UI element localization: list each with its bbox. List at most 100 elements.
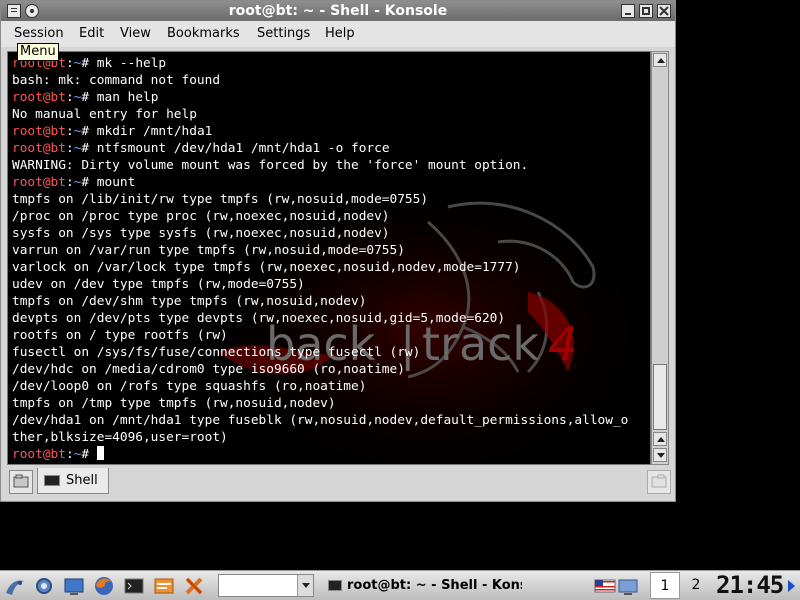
taskbar: root@bt: ~ - Shell - Konsole 1 2 21:45 (0, 570, 800, 600)
terminal-command-line: root@bt:~# mk --help (12, 55, 628, 72)
output-text: WARNING: Dirty volume mount was forced b… (12, 158, 529, 173)
command-input[interactable] (218, 574, 314, 597)
prompt-hash: # (81, 56, 97, 71)
terminal-output-line: fusectl on /sys/fs/fuse/connections type… (12, 344, 628, 361)
output-text: rootfs on / type rootfs (rw) (12, 328, 228, 343)
settings-icon[interactable] (33, 575, 55, 597)
title-bar[interactable]: root@bt: ~ - Shell - Konsole (1, 1, 675, 21)
scroll-up-icon[interactable] (653, 53, 667, 67)
network-icon[interactable] (617, 575, 639, 597)
prompt-sep: : (65, 56, 74, 71)
desktop-1-button[interactable]: 1 (650, 572, 680, 599)
window-title: root@bt: ~ - Shell - Konsole (228, 3, 448, 19)
terminal-output-line: tmpfs on /lib/init/rw type tmpfs (rw,nos… (12, 191, 628, 208)
keyboard-layout-icon[interactable] (594, 575, 616, 597)
vertical-scrollbar[interactable] (651, 51, 669, 465)
terminal-output-line: sysfs on /sys type sysfs (rw,noexec,nosu… (12, 225, 628, 242)
terminal-output-line: varrun on /var/run type tmpfs (rw,nosuid… (12, 242, 628, 259)
firefox-icon[interactable] (93, 575, 115, 597)
terminal-output-line: /proc on /proc type proc (rw,noexec,nosu… (12, 208, 628, 225)
kde-menu-icon[interactable] (4, 575, 26, 597)
command-text: ntfsmount /dev/hda1 /mnt/hda1 -o force (96, 141, 390, 156)
taskbar-window-button[interactable]: root@bt: ~ - Shell - Konsole (326, 574, 522, 597)
prompt-sep: : (65, 124, 74, 139)
output-text: bash: mk: command not found (12, 73, 221, 88)
terminal-icon (44, 475, 60, 486)
output-text: devpts on /dev/pts type devpts (rw,noexe… (12, 311, 506, 326)
output-text: No manual entry for help (12, 107, 197, 122)
terminal-command-line: root@bt:~# mount (12, 174, 628, 191)
prompt-hash: # (81, 124, 97, 139)
terminal-output-line: /dev/hda1 on /mnt/hda1 type fuseblk (rw,… (12, 412, 628, 429)
prompt-user: root@bt (12, 90, 66, 105)
terminal-output-line: /dev/hdc on /media/cdrom0 type iso9660 (… (12, 361, 628, 378)
terminal-output-line: rootfs on / type rootfs (rw) (12, 327, 628, 344)
terminal-output-line: bash: mk: command not found (12, 72, 628, 89)
clock[interactable]: 21:45 (716, 571, 788, 599)
output-text: varrun on /var/run type tmpfs (rw,nosuid… (12, 243, 405, 258)
terminal-icon (328, 580, 342, 591)
menu-bookmarks[interactable]: Bookmarks (167, 25, 240, 43)
tab-shell[interactable]: Shell (37, 468, 109, 494)
output-text: udev on /dev type tmpfs (rw,mode=0755) (12, 277, 305, 292)
prompt-hash: # (81, 175, 97, 190)
terminal-output-line: udev on /dev type tmpfs (rw,mode=0755) (12, 276, 628, 293)
output-text: /dev/loop0 on /rofs type squashfs (ro,no… (12, 379, 367, 394)
terminal-output-line: /dev/loop0 on /rofs type squashfs (ro,no… (12, 378, 628, 395)
desktop: root@bt: ~ - Shell - Konsole Session Edi… (0, 0, 800, 600)
konsole-window: root@bt: ~ - Shell - Konsole Session Edi… (0, 0, 676, 502)
scrollbar-thumb[interactable] (653, 364, 667, 430)
new-tab-icon[interactable] (9, 470, 33, 494)
terminal-output-line: devpts on /dev/pts type devpts (rw,noexe… (12, 310, 628, 327)
menu-settings[interactable]: Settings (257, 25, 310, 43)
scroll-up-icon[interactable] (653, 432, 667, 446)
prompt-user: root@bt (12, 175, 66, 190)
tab-label: Shell (66, 473, 98, 488)
output-text: /dev/hda1 on /mnt/hda1 type fuseblk (rw,… (12, 413, 629, 428)
prompt-hash: # (81, 447, 97, 462)
terminal-view[interactable]: back | track 4 root@bt:~# mk --help bash:… (7, 51, 651, 465)
command-text: mount (96, 175, 136, 190)
terminal-output-line: ther,blksize=4096,user=root) (12, 429, 628, 446)
terminal-output-line: No manual entry for help (12, 106, 628, 123)
maximize-icon[interactable] (639, 4, 653, 18)
prompt-sep: : (65, 141, 74, 156)
close-tab-icon[interactable] (647, 470, 671, 494)
output-text: varlock on /var/lock type tmpfs (rw,noex… (12, 260, 521, 275)
terminal-command-line: root@bt:~# mkdir /mnt/hda1 (12, 123, 628, 140)
desktop-icon[interactable] (63, 575, 85, 597)
prompt-sep: : (65, 175, 74, 190)
output-text: fusectl on /sys/fs/fuse/connections type… (12, 345, 421, 360)
output-text: sysfs on /sys type sysfs (rw,noexec,nosu… (12, 226, 390, 241)
output-text: /dev/hdc on /media/cdrom0 type iso9660 (… (12, 362, 405, 377)
menu-view[interactable]: View (120, 25, 151, 43)
menu-edit[interactable]: Edit (79, 25, 104, 43)
tools-icon[interactable] (183, 575, 205, 597)
menu-session[interactable]: Session (14, 25, 64, 43)
chevron-down-icon[interactable] (297, 575, 313, 596)
prompt-hash: # (81, 90, 97, 105)
prompt-user: root@bt (12, 447, 66, 462)
prompt-hash: # (81, 141, 97, 156)
command-text: mk --help (96, 56, 167, 71)
command-text: mkdir /mnt/hda1 (96, 124, 213, 139)
terminal-icon[interactable] (123, 575, 145, 597)
rss-icon[interactable] (153, 575, 175, 597)
minimize-icon[interactable] (621, 4, 635, 18)
menu-tooltip: Menu (17, 43, 59, 61)
terminal-command-line: root@bt:~# (12, 446, 628, 463)
tab-bar: Shell (1, 467, 675, 501)
prompt-sep: : (65, 447, 74, 462)
desktop-2-button[interactable]: 2 (682, 572, 710, 599)
menu-help[interactable]: Help (325, 25, 355, 43)
text-cursor (96, 446, 104, 460)
taskbar-window-label: root@bt: ~ - Shell - Konsole (347, 578, 522, 593)
panel-expand-icon[interactable] (788, 580, 795, 592)
scroll-down-icon[interactable] (653, 448, 667, 462)
close-icon[interactable] (657, 4, 671, 18)
terminal-command-line: root@bt:~# man help (12, 89, 628, 106)
terminal-output-line: tmpfs on /tmp type tmpfs (rw,nosuid,node… (12, 395, 628, 412)
terminal-output-line: WARNING: Dirty volume mount was forced b… (12, 157, 628, 174)
output-text: /proc on /proc type proc (rw,noexec,nosu… (12, 209, 390, 224)
terminal-output: root@bt:~# mk --help bash: mk: command no… (12, 55, 628, 463)
